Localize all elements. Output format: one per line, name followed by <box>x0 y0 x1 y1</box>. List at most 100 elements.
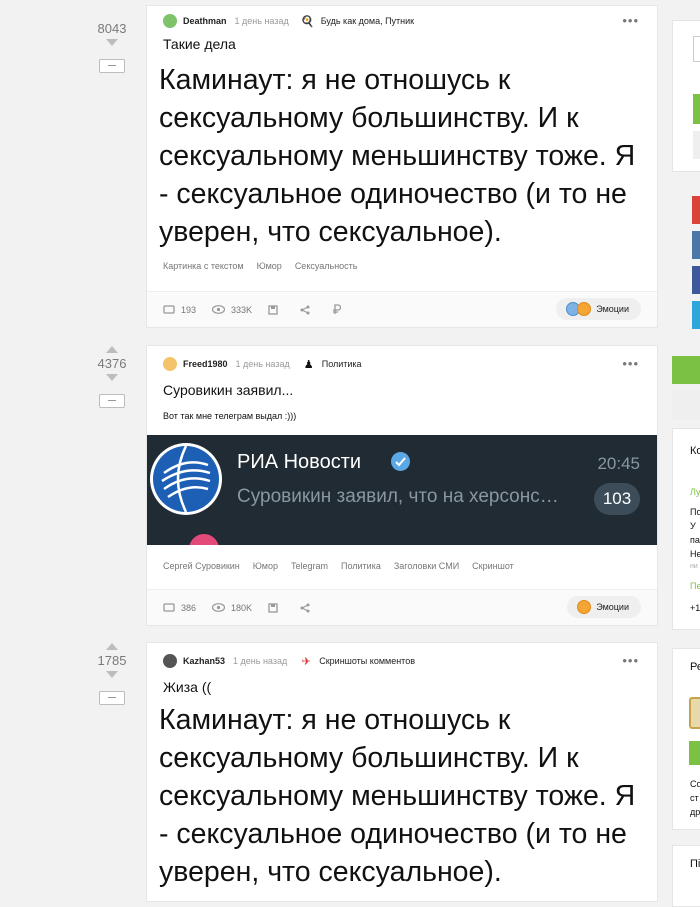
story-text: Вот так мне телеграм выдал :))) <box>163 411 297 421</box>
avatar[interactable] <box>163 357 177 371</box>
tag[interactable]: Юмор <box>253 561 278 571</box>
secondary-button[interactable] <box>672 390 700 420</box>
tag[interactable]: Сергей Суровикин <box>163 561 240 571</box>
emoji-icon <box>577 600 592 614</box>
share-icon <box>300 603 310 612</box>
ruble-icon <box>333 304 342 314</box>
collapse-button[interactable] <box>99 394 125 408</box>
tag[interactable]: Картинка с текстом <box>163 261 244 271</box>
emotions-label: Эмоции <box>596 304 629 314</box>
community-icon: ♟ <box>303 358 314 371</box>
community-link[interactable]: Скриншоты комментов <box>319 656 415 666</box>
downvote-icon[interactable] <box>106 671 118 678</box>
ad-button[interactable] <box>689 741 700 765</box>
share-button[interactable] <box>300 305 316 315</box>
login-field[interactable] <box>693 36 700 62</box>
donate-button[interactable] <box>332 304 347 315</box>
avatar[interactable] <box>163 654 177 668</box>
rating-value: 4376 <box>97 356 127 371</box>
rating-block-2: 4376 <box>88 346 136 408</box>
downvote-icon[interactable] <box>106 374 118 381</box>
save-button[interactable] <box>268 602 284 613</box>
comments-button[interactable]: 386 <box>163 603 196 613</box>
emotions-label: Эмоции <box>596 602 629 612</box>
tag[interactable]: Telegram <box>291 561 328 571</box>
collapse-button[interactable] <box>99 691 125 705</box>
comments-count: 193 <box>181 304 197 315</box>
post-time: 1 день назад <box>235 359 290 369</box>
sidebar-link[interactable]: Пе <box>690 581 700 591</box>
promo-button[interactable] <box>672 356 700 384</box>
story-footer: 193 333K Эмоции <box>147 291 657 327</box>
views-count: 333K <box>231 304 253 315</box>
sidebar-card-ads: Ре Со ст др <box>672 648 700 830</box>
comment-icon <box>163 304 175 314</box>
post-time: 1 день назад <box>233 656 288 666</box>
story-title[interactable]: Жиза (( <box>147 679 657 695</box>
emotions-button[interactable]: Эмоции <box>567 596 641 618</box>
emoji-icon <box>577 302 592 316</box>
card-title: Ко <box>690 445 700 457</box>
tag[interactable]: Юмор <box>257 261 282 271</box>
upvote-icon[interactable] <box>106 346 118 353</box>
story-title[interactable]: Такие дела <box>147 36 657 52</box>
community-link[interactable]: Будь как дома, Путник <box>321 16 414 26</box>
tag-list: Сергей Суровикин Юмор Telegram Политика … <box>147 561 657 571</box>
sidebar-text: Со <box>690 779 700 789</box>
community-link[interactable]: Политика <box>322 359 362 369</box>
story-footer: 386 180K Эмоции <box>147 589 657 625</box>
sidebar-text: па <box>690 535 700 545</box>
sidebar-text: др <box>690 807 700 817</box>
verified-icon <box>391 452 410 471</box>
story-header: Deathman 1 день назад 🍳 Будь как дома, П… <box>147 6 657 36</box>
tag[interactable]: Сексуальность <box>295 261 358 271</box>
social-google-button[interactable] <box>692 196 700 224</box>
card-title: Ре <box>690 661 700 673</box>
rating-value: 8043 <box>97 21 127 36</box>
sidebar-card-login <box>672 20 700 172</box>
social-twitter-button[interactable] <box>692 301 700 329</box>
author-link[interactable]: Freed1980 <box>183 359 228 369</box>
post-time: 1 день назад <box>234 16 289 26</box>
social-facebook-button[interactable] <box>692 266 700 294</box>
story-card-1: Deathman 1 день назад 🍳 Будь как дома, П… <box>146 5 658 328</box>
comment-icon <box>163 602 175 612</box>
emotions-button[interactable]: Эмоции <box>556 298 641 320</box>
story-title[interactable]: Суровикин заявил... <box>147 382 657 398</box>
story-header: Kazhan53 1 день назад ✈ Скриншоты коммен… <box>147 643 657 679</box>
story-image-text: Каминаут: я не отношусь к сексуальному б… <box>159 704 636 888</box>
comments-button[interactable]: 193 <box>163 305 196 315</box>
more-icon[interactable]: ••• <box>622 13 639 28</box>
avatar <box>189 534 219 545</box>
share-button[interactable] <box>300 603 316 613</box>
views-count: 180K <box>231 602 253 613</box>
card-title: Пі <box>690 858 700 870</box>
upvote-icon[interactable] <box>106 643 118 650</box>
author-link[interactable]: Kazhan53 <box>183 656 225 666</box>
login-button[interactable] <box>693 94 700 124</box>
register-button[interactable] <box>693 131 700 159</box>
ad-image[interactable] <box>689 697 700 729</box>
collapse-button[interactable] <box>99 59 125 73</box>
sidebar-link[interactable]: Лу <box>690 487 700 497</box>
ria-logo-icon <box>150 443 222 515</box>
author-link[interactable]: Deathman <box>183 16 227 26</box>
community-icon: 🍳 <box>300 15 315 28</box>
views: 180K <box>212 603 252 613</box>
social-vk-button[interactable] <box>692 231 700 259</box>
avatar[interactable] <box>163 14 177 28</box>
save-button[interactable] <box>268 304 284 315</box>
story-card-3: Kazhan53 1 день назад ✈ Скриншоты коммен… <box>146 642 658 902</box>
sidebar-text: У <box>690 521 696 531</box>
story-header: Freed1980 1 день назад ♟ Политика ••• <box>147 346 657 382</box>
save-icon <box>268 304 278 315</box>
tag[interactable]: Политика <box>341 561 381 571</box>
tag[interactable]: Скриншот <box>472 561 514 571</box>
more-icon[interactable]: ••• <box>622 356 639 371</box>
sidebar-text: По <box>690 507 700 517</box>
tag[interactable]: Заголовки СМИ <box>394 561 459 571</box>
more-icon[interactable]: ••• <box>622 653 639 668</box>
downvote-icon[interactable] <box>106 39 118 46</box>
rating-block-1: 8043 <box>88 18 136 73</box>
views: 333K <box>212 305 252 315</box>
